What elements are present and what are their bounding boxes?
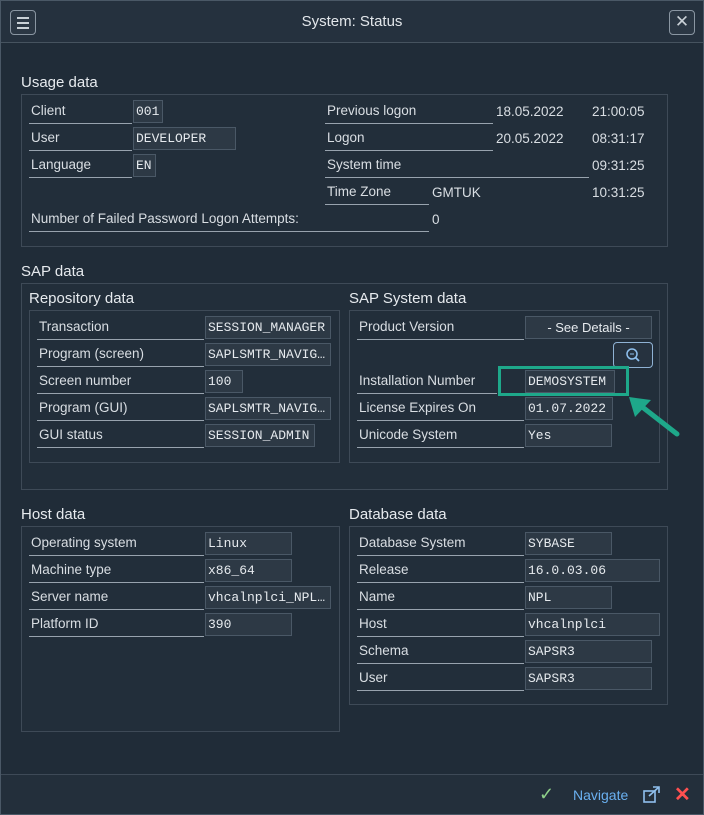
dialog-title: System: Status [301, 13, 403, 30]
logon-label: Logon [325, 127, 493, 151]
user-label: User [29, 127, 132, 151]
screen-number-label: Screen number [37, 370, 204, 394]
details-button[interactable] [613, 342, 653, 368]
db-user-field[interactable]: SAPSR3 [525, 667, 652, 690]
transaction-field[interactable]: SESSION_MANAGER [205, 316, 331, 339]
time-zone-time: 10:31:25 [592, 185, 645, 200]
product-version-label: Product Version [357, 316, 524, 340]
release-label: Release [357, 559, 524, 583]
platform-id-field[interactable]: 390 [205, 613, 292, 636]
language-label: Language [29, 154, 132, 178]
logon-time: 08:31:17 [592, 131, 645, 146]
name-label: Name [357, 586, 524, 610]
server-name-label: Server name [29, 586, 204, 610]
installation-number-label: Installation Number [357, 370, 497, 394]
confirm-check-icon[interactable]: ✓ [539, 784, 554, 805]
machine-type-label: Machine type [29, 559, 204, 583]
name-field[interactable]: NPL [525, 586, 612, 609]
previous-logon-time: 21:00:05 [592, 104, 645, 119]
close-button[interactable]: ✕ [669, 10, 695, 35]
time-zone-label: Time Zone [325, 181, 429, 205]
license-expires-field[interactable]: 01.07.2022 [525, 397, 613, 420]
operating-system-field[interactable]: Linux [205, 532, 292, 555]
failed-logon-label: Number of Failed Password Logon Attempts… [29, 208, 429, 232]
platform-id-label: Platform ID [29, 613, 204, 637]
product-version-field[interactable]: - See Details - [525, 316, 652, 339]
user-field[interactable]: DEVELOPER [133, 127, 236, 150]
navigate-button[interactable]: Navigate [573, 787, 628, 803]
program-screen-field[interactable]: SAPLSMTR_NAVIG… [205, 343, 331, 366]
license-expires-label: License Expires On [357, 397, 524, 421]
sap-system-data-title: SAP System data [349, 290, 467, 307]
status-dialog: System: Status ✕ Usage data Client 001 U… [0, 0, 704, 815]
repository-data-title: Repository data [29, 290, 135, 307]
db-user-label: User [357, 667, 524, 691]
pointer-arrow-icon [629, 397, 680, 437]
gui-status-field[interactable]: SESSION_ADMIN [205, 424, 315, 447]
failed-logon-value: 0 [432, 212, 440, 227]
system-time-value: 09:31:25 [592, 158, 645, 173]
operating-system-label: Operating system [29, 532, 204, 556]
usage-data-title: Usage data [21, 74, 98, 91]
schema-label: Schema [357, 640, 524, 664]
logon-date: 20.05.2022 [496, 131, 564, 146]
host-label: Host [357, 613, 524, 637]
cancel-icon[interactable]: ✕ [674, 782, 691, 807]
release-field[interactable]: 16.0.03.06 [525, 559, 660, 582]
sap-data-title: SAP data [21, 263, 85, 280]
host-data-title: Host data [21, 506, 86, 523]
gui-status-label: GUI status [37, 424, 204, 448]
screen-number-field[interactable]: 100 [205, 370, 243, 393]
unicode-system-field[interactable]: Yes [525, 424, 612, 447]
machine-type-field[interactable]: x86_64 [205, 559, 292, 582]
system-time-label: System time [325, 154, 589, 178]
database-system-label: Database System [357, 532, 524, 556]
client-field[interactable]: 001 [133, 100, 163, 123]
previous-logon-label: Previous logon [325, 100, 493, 124]
server-name-field[interactable]: vhcalnplci_NPL… [205, 586, 331, 609]
client-label: Client [29, 100, 132, 124]
program-gui-label: Program (GUI) [37, 397, 204, 421]
language-field[interactable]: EN [133, 154, 156, 177]
database-data-title: Database data [349, 506, 447, 523]
footer-toolbar: ✓ Navigate ✕ [1, 774, 703, 814]
program-screen-label: Program (screen) [37, 343, 204, 367]
unicode-system-label: Unicode System [357, 424, 524, 448]
previous-logon-date: 18.05.2022 [496, 104, 564, 119]
title-bar: System: Status ✕ [1, 1, 703, 43]
database-system-field[interactable]: SYBASE [525, 532, 612, 555]
highlight-box [498, 366, 629, 396]
host-field[interactable]: vhcalnplci [525, 613, 660, 636]
time-zone-value: GMTUK [432, 185, 481, 200]
program-gui-field[interactable]: SAPLSMTR_NAVIG… [205, 397, 331, 420]
schema-field[interactable]: SAPSR3 [525, 640, 652, 663]
export-icon[interactable] [642, 784, 662, 804]
transaction-label: Transaction [37, 316, 204, 340]
